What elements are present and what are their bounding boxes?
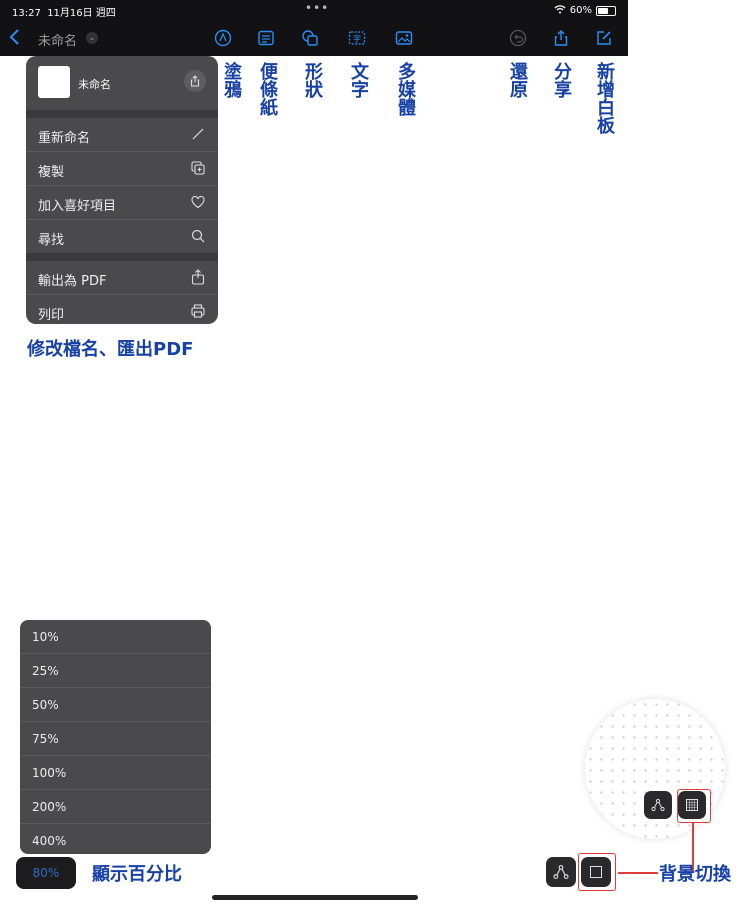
zoom-option[interactable]: 10% [20,620,211,653]
menu-item-label: 尋找 [38,233,65,248]
export-icon [190,269,206,285]
annotation-share: 分享 [551,62,572,98]
heart-icon [190,194,206,210]
menu-item-label: 加入喜好項目 [38,199,117,214]
toolbar: 未命名 ⌄ 字 [0,20,628,56]
share-icon[interactable] [184,70,206,92]
menu-group-output: 輸出為 PDF 列印 [26,261,218,324]
menu-divider [26,253,218,261]
zoom-option[interactable]: 75% [20,721,211,755]
annotation-media: 多媒體 [395,62,416,116]
status-right: 60% [554,4,616,17]
undo-icon[interactable] [508,28,528,48]
menu-item-find[interactable]: 尋找 [26,219,218,253]
shapes-icon[interactable] [300,28,320,48]
annotation-shape: 形狀 [302,62,323,98]
zoom-menu: 10% 25% 50% 75% 100% 200% 400% [20,620,211,854]
annotation-new-board: 新增白板 [594,62,615,134]
battery-percent: 60% [569,5,592,16]
zoom-option[interactable]: 100% [20,755,211,789]
menu-group-edit: 重新命名 複製 加入喜好項目 尋找 [26,118,218,253]
chevron-down-icon[interactable]: ⌄ [86,32,98,44]
annotation-draw: 塗鴉 [221,62,242,98]
document-title[interactable]: 未命名 [38,30,77,49]
print-icon [190,303,206,319]
menu-item-rename[interactable]: 重新命名 [26,118,218,151]
zoom-option[interactable]: 50% [20,687,211,721]
file-menu-header: 未命名 [26,56,218,110]
media-icon[interactable] [394,28,414,48]
board-name: 未命名 [78,78,111,91]
menu-item-print[interactable]: 列印 [26,294,218,324]
duplicate-icon [190,160,206,176]
svg-text:字: 字 [353,34,361,44]
pencil-tool-icon[interactable] [213,28,233,48]
battery-icon [596,5,616,16]
share-icon[interactable] [551,28,571,48]
connector-icon[interactable] [644,791,672,819]
text-box-icon[interactable]: 字 [347,28,367,48]
menu-item-label: 重新命名 [38,131,91,146]
back-chevron-icon[interactable] [8,28,20,49]
annotation-rename-export: 修改檔名、匯出PDF [27,339,194,360]
wifi-icon [554,4,566,17]
pencil-icon [190,126,206,142]
zoom-option[interactable]: 25% [20,653,211,687]
menu-divider [26,110,218,118]
menu-item-label: 複製 [38,165,65,180]
menu-item-label: 列印 [38,308,65,323]
new-board-icon[interactable] [594,28,614,48]
search-icon [190,228,206,244]
menu-item-label: 輸出為 PDF [38,274,107,289]
callout-line [618,872,658,874]
zoom-option[interactable]: 200% [20,789,211,823]
file-menu: 未命名 重新命名 複製 加入喜好項目 尋找 輸出為 PDF 列印 [26,56,218,324]
highlight-box [578,853,616,891]
annotation-undo: 還原 [507,62,528,98]
annotation-sticky: 便條紙 [257,62,278,116]
annotation-text: 文字 [348,62,369,98]
status-bar: 13:27 11月16日 週四 ••• 60% [0,0,628,20]
multitask-dots-icon[interactable]: ••• [305,1,329,15]
zoom-level-button[interactable]: 80% [16,857,76,889]
menu-item-duplicate[interactable]: 複製 [26,151,218,185]
connector-icon[interactable] [546,857,576,887]
status-time: 13:27 11月16日 週四 [12,8,116,19]
home-indicator[interactable] [212,895,418,900]
annotation-zoom-percent: 顯示百分比 [92,864,182,885]
menu-item-export-pdf[interactable]: 輸出為 PDF [26,261,218,294]
board-thumbnail [38,66,70,98]
highlight-box [677,789,711,823]
zoom-option[interactable]: 400% [20,823,211,854]
menu-item-favorite[interactable]: 加入喜好項目 [26,185,218,219]
sticky-note-icon[interactable] [256,28,276,48]
annotation-bg-toggle: 背景切換 [659,864,731,885]
